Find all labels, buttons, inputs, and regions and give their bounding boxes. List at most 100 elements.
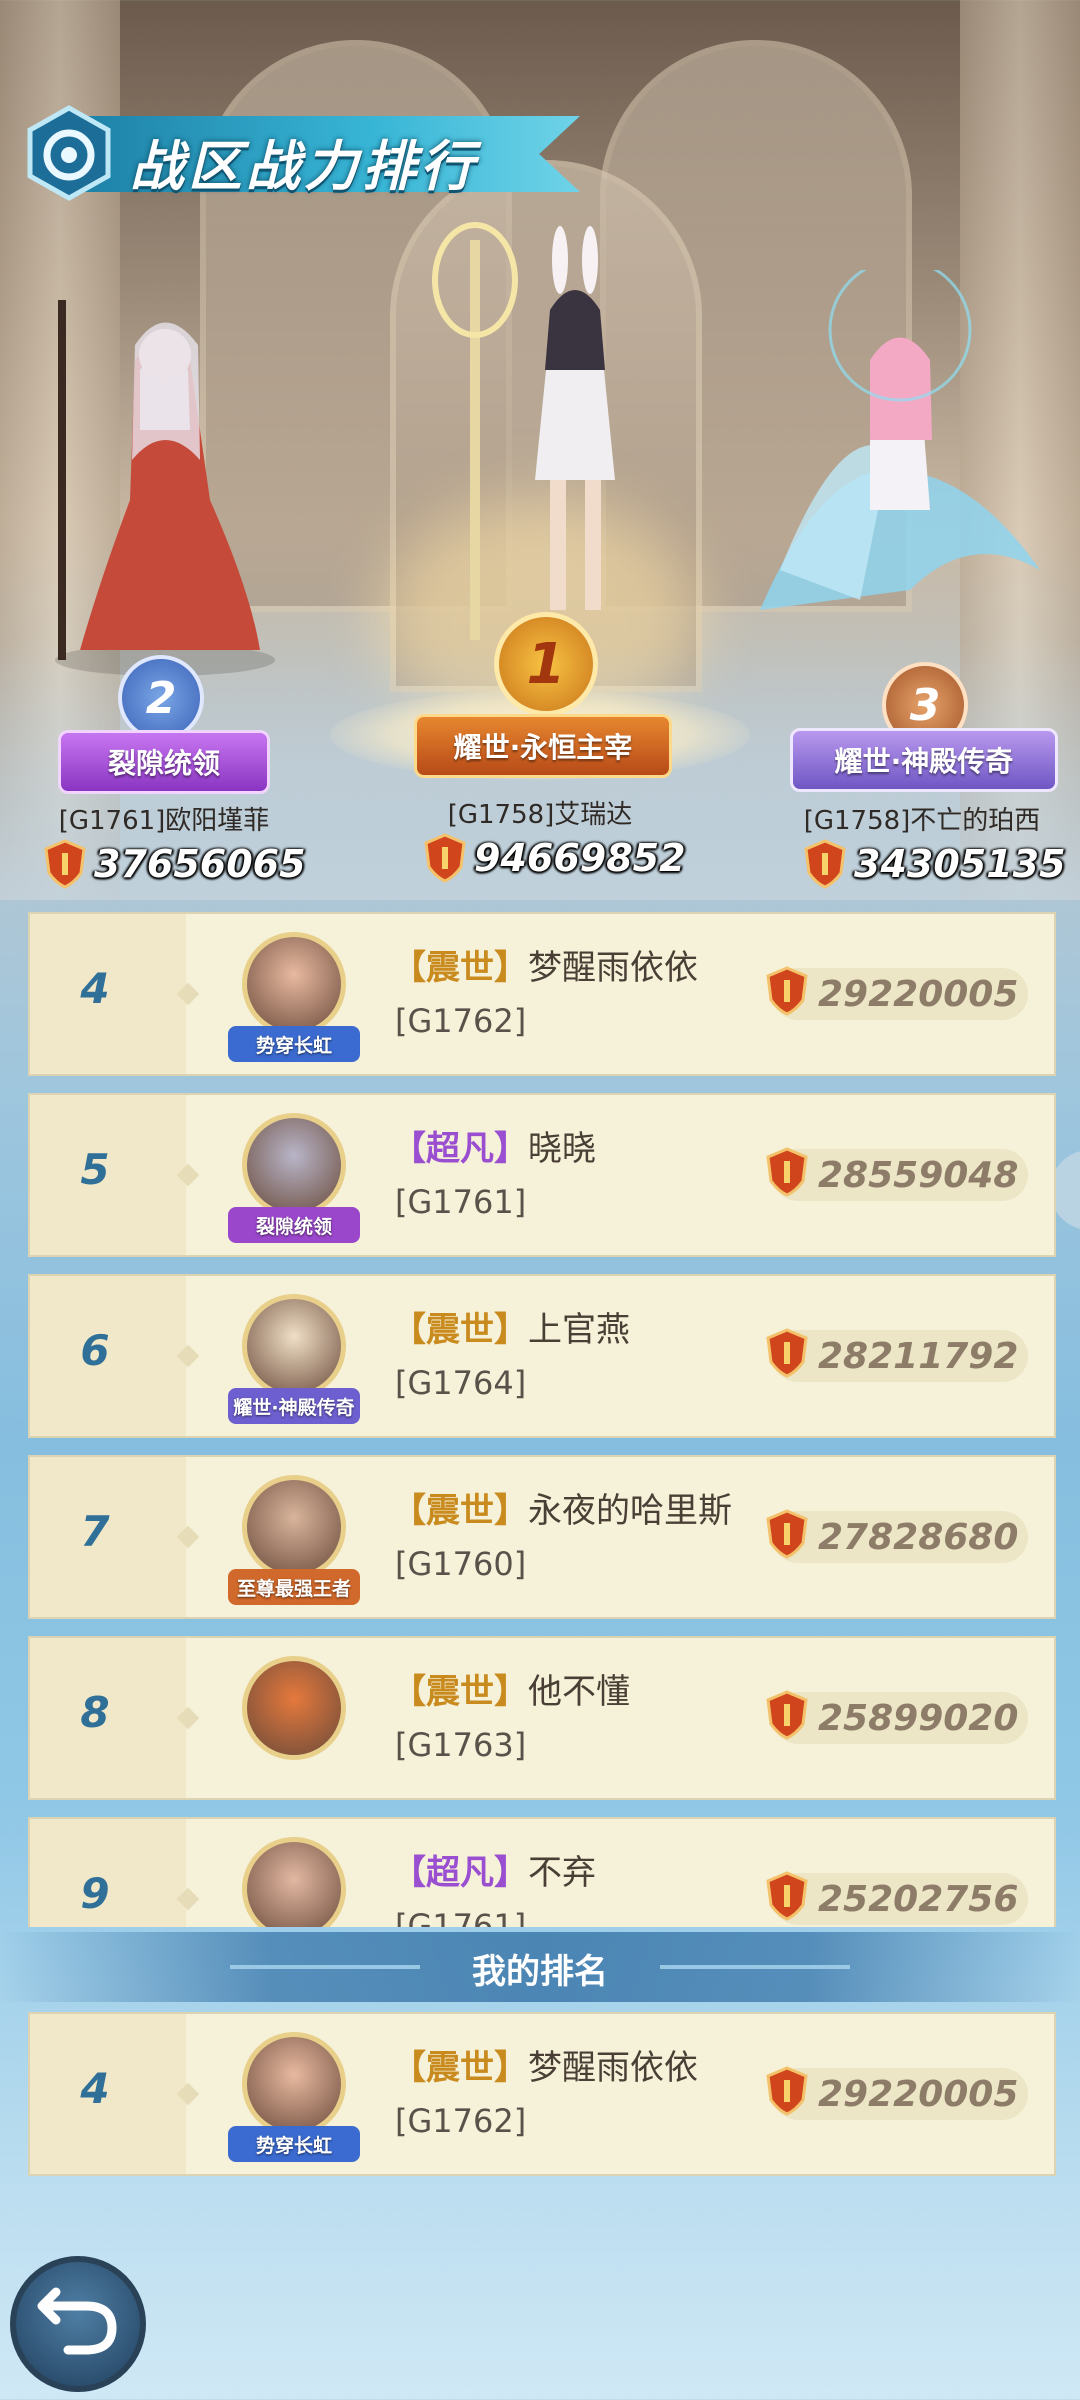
back-button[interactable]	[10, 2256, 146, 2392]
ranking-row[interactable]: 9 【超凡】不弃 [G1761] 25202756	[28, 1817, 1056, 1927]
ranking-list[interactable]: 4 势穿长虹 【震世】梦醒雨依依 [G1762] 29220005 5 裂隙统领…	[28, 912, 1056, 1927]
podium-1-name: [G1758]艾瑞达	[447, 800, 633, 830]
server-id: [G1764]	[395, 1364, 527, 1402]
shield-power-icon	[766, 1690, 808, 1740]
power-value: 29220005	[766, 966, 1028, 1020]
server-id: [G1762]	[395, 2102, 527, 2140]
avatar[interactable]: 至尊最强王者	[220, 1465, 368, 1613]
ranking-row[interactable]: 7 至尊最强王者 【震世】永夜的哈里斯 [G1760] 27828680	[28, 1455, 1056, 1619]
rank-number: 7	[80, 1507, 110, 1556]
player-name: 梦醒雨依依	[528, 948, 698, 988]
page-title: 战区战力排行	[130, 135, 478, 198]
avatar-title-badge: 势穿长虹	[228, 1026, 360, 1062]
rank-number: 5	[80, 1145, 110, 1194]
server-id: [G1760]	[395, 1545, 527, 1583]
avatar-title-badge: 裂隙统领	[228, 1207, 360, 1243]
avatar-face	[242, 2032, 346, 2136]
ranking-row[interactable]: 5 裂隙统领 【超凡】晓晓 [G1761] 28559048	[28, 1093, 1056, 1257]
player-name-line: 【震世】梦醒雨依依	[392, 940, 698, 989]
avatar[interactable]: 势穿长虹	[220, 922, 368, 1070]
shield-power-icon	[424, 833, 466, 883]
podium-character-1	[400, 220, 680, 640]
podium-1-title: 耀世·永恒主宰	[414, 714, 672, 778]
power-value: 25202756	[766, 1871, 1028, 1925]
avatar-face	[242, 1837, 346, 1927]
server-id: [G1761]	[395, 1907, 527, 1927]
player-name-line: 【震世】梦醒雨依依	[392, 2040, 698, 2089]
avatar[interactable]: 势穿长虹	[220, 2022, 368, 2170]
player-name: 不弃	[528, 1853, 596, 1893]
avatar-face	[242, 932, 346, 1036]
player-name: 上官燕	[528, 1310, 630, 1350]
my-rank-row[interactable]: 4 势穿长虹 【震世】梦醒雨依依 [G1762] 29220005	[28, 2012, 1056, 2176]
server-id: [G1763]	[395, 1726, 527, 1764]
my-rank-header: 我的排名	[0, 1932, 1080, 2002]
shield-power-icon	[766, 2066, 808, 2116]
rank-1-medal: 1	[494, 612, 598, 716]
back-arrow-icon	[37, 2287, 117, 2355]
player-name: 永夜的哈里斯	[528, 1491, 732, 1531]
podium-2-name: [G1761]欧阳墐菲	[58, 806, 270, 836]
tier-label: 【震世】	[392, 1491, 528, 1531]
shield-power-icon	[766, 1328, 808, 1378]
shield-power-icon	[44, 839, 86, 889]
tier-label: 【超凡】	[392, 1853, 528, 1893]
player-name-line: 【超凡】不弃	[392, 1845, 596, 1894]
rank-number: 9	[80, 1869, 110, 1918]
power-value: 28211792	[766, 1328, 1028, 1382]
tier-label: 【超凡】	[392, 1129, 528, 1169]
power-value: 28559048	[766, 1147, 1028, 1201]
crest-emblem-icon	[27, 105, 111, 201]
avatar-face	[242, 1475, 346, 1579]
avatar-face	[242, 1113, 346, 1217]
tier-label: 【震世】	[392, 2048, 528, 2088]
podium-3-name: [G1758]不亡的珀西	[803, 806, 1041, 836]
player-name: 晓晓	[528, 1129, 596, 1169]
avatar-face	[242, 1656, 346, 1760]
podium-character-3	[720, 258, 1060, 670]
podium-3-title: 耀世·神殿传奇	[790, 728, 1058, 792]
player-name: 他不懂	[528, 1672, 630, 1712]
ranking-row[interactable]: 8 【震世】他不懂 [G1763] 25899020	[28, 1636, 1056, 1800]
shield-power-icon	[804, 839, 846, 889]
avatar-title-badge: 至尊最强王者	[228, 1569, 360, 1605]
podium-character-2	[40, 280, 290, 680]
tier-label: 【震世】	[392, 948, 528, 988]
podium-3-power: 34305135	[804, 836, 1066, 892]
shield-power-icon	[766, 1509, 808, 1559]
avatar[interactable]: 裂隙统领	[220, 1103, 368, 1251]
ranking-row[interactable]: 6 耀世·神殿传奇 【震世】上官燕 [G1764] 28211792	[28, 1274, 1056, 1438]
player-name: 梦醒雨依依	[528, 2048, 698, 2088]
server-id: [G1762]	[395, 1002, 527, 1040]
title-banner: 战区战力排行	[20, 105, 580, 201]
podium-1-power: 94669852	[424, 830, 686, 886]
rank-number: 4	[80, 964, 110, 1013]
power-value: 27828680	[766, 1509, 1028, 1563]
avatar[interactable]	[220, 1827, 368, 1927]
shield-power-icon	[766, 1147, 808, 1197]
power-value: 29220005	[766, 2066, 1028, 2120]
rank-number: 4	[80, 2064, 110, 2113]
player-name-line: 【震世】上官燕	[392, 1302, 630, 1351]
podium-2-title: 裂隙统领	[58, 730, 270, 794]
player-name-line: 【震世】他不懂	[392, 1664, 630, 1713]
avatar[interactable]	[220, 1646, 368, 1794]
rank-number: 8	[80, 1688, 110, 1737]
avatar[interactable]: 耀世·神殿传奇	[220, 1284, 368, 1432]
tier-label: 【震世】	[392, 1672, 528, 1712]
rank-2-medal: 2	[118, 655, 204, 741]
power-value: 25899020	[766, 1690, 1028, 1744]
avatar-face	[242, 1294, 346, 1398]
my-rank-label: 我的排名	[472, 1952, 608, 1992]
player-name-line: 【超凡】晓晓	[392, 1121, 596, 1170]
tier-label: 【震世】	[392, 1310, 528, 1350]
avatar-title-badge: 势穿长虹	[228, 2126, 360, 2162]
ranking-row[interactable]: 4 势穿长虹 【震世】梦醒雨依依 [G1762] 29220005	[28, 912, 1056, 1076]
shield-power-icon	[766, 1871, 808, 1921]
avatar-title-badge: 耀世·神殿传奇	[228, 1388, 360, 1424]
server-id: [G1761]	[395, 1183, 527, 1221]
shield-power-icon	[766, 966, 808, 1016]
rank-number: 6	[80, 1326, 110, 1375]
podium-2-power: 37656065	[44, 836, 306, 892]
player-name-line: 【震世】永夜的哈里斯	[392, 1483, 732, 1532]
